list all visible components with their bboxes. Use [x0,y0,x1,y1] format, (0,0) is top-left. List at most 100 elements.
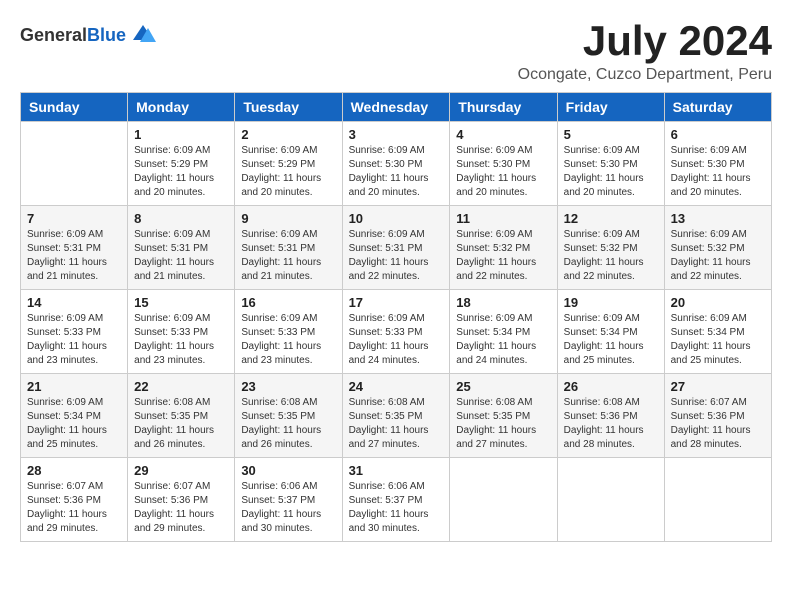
calendar-cell: 2Sunrise: 6:09 AMSunset: 5:29 PMDaylight… [235,122,342,206]
calendar-cell: 19 Sunrise: 6:09 AMSunset: 5:34 PMDayligh… [557,290,664,374]
calendar-cell: 16 Sunrise: 6:09 AMSunset: 5:33 PMDayligh… [235,290,342,374]
logo-general: General [20,25,87,45]
month-year-title: July 2024 [518,20,772,62]
calendar-cell [21,122,128,206]
cell-info: Sunrise: 6:09 AMSunset: 5:32 PMDaylight:… [671,228,765,284]
calendar-cell: 14 Sunrise: 6:09 AMSunset: 5:33 PMDayligh… [21,290,128,374]
cell-info: Sunrise: 6:08 AMSunset: 5:35 PMDaylight:… [134,396,228,452]
day-number: 6 [671,127,765,142]
column-header-friday: Friday [557,93,664,122]
column-header-monday: Monday [128,93,235,122]
day-number: 22 [134,379,228,394]
day-number: 15 [134,295,228,310]
cell-info: Sunrise: 6:09 AMSunset: 5:34 PMDaylight:… [456,312,550,368]
cell-info: Sunrise: 6:09 AMSunset: 5:33 PMDaylight:… [27,312,121,368]
day-number: 26 [564,379,658,394]
calendar-cell: 3Sunrise: 6:09 AMSunset: 5:30 PMDaylight… [342,122,450,206]
calendar-table: SundayMondayTuesdayWednesdayThursdayFrid… [20,92,772,542]
cell-info: Sunrise: 6:09 AMSunset: 5:29 PMDaylight:… [241,144,335,200]
calendar-cell: 24 Sunrise: 6:08 AMSunset: 5:35 PMDayligh… [342,374,450,458]
calendar-cell: 18 Sunrise: 6:09 AMSunset: 5:34 PMDayligh… [450,290,557,374]
day-number: 19 [564,295,658,310]
day-number: 16 [241,295,335,310]
cell-info: Sunrise: 6:07 AMSunset: 5:36 PMDaylight:… [671,396,765,452]
cell-info: Sunrise: 6:09 AMSunset: 5:34 PMDaylight:… [27,396,121,452]
column-header-wednesday: Wednesday [342,93,450,122]
calendar-cell [450,458,557,542]
day-number: 30 [241,463,335,478]
cell-info: Sunrise: 6:06 AMSunset: 5:37 PMDaylight:… [349,480,444,536]
cell-info: Sunrise: 6:08 AMSunset: 5:35 PMDaylight:… [349,396,444,452]
cell-info: Sunrise: 6:09 AMSunset: 5:33 PMDaylight:… [241,312,335,368]
cell-info: Sunrise: 6:09 AMSunset: 5:30 PMDaylight:… [564,144,658,200]
day-number: 20 [671,295,765,310]
day-number: 21 [27,379,121,394]
calendar-cell: 8Sunrise: 6:09 AMSunset: 5:31 PMDaylight… [128,206,235,290]
calendar-cell: 13 Sunrise: 6:09 AMSunset: 5:32 PMDayligh… [664,206,771,290]
cell-info: Sunrise: 6:09 AMSunset: 5:32 PMDaylight:… [564,228,658,284]
calendar-cell: 23Sunrise: 6:08 AMSunset: 5:35 PMDayligh… [235,374,342,458]
cell-info: Sunrise: 6:09 AMSunset: 5:30 PMDaylight:… [671,144,765,200]
cell-info: Sunrise: 6:08 AMSunset: 5:35 PMDaylight:… [241,396,335,452]
day-number: 7 [27,211,121,226]
day-number: 27 [671,379,765,394]
column-header-tuesday: Tuesday [235,93,342,122]
day-number: 31 [349,463,444,478]
location-subtitle: Ocongate, Cuzco Department, Peru [518,66,772,84]
logo: GeneralBlue [20,20,158,50]
day-number: 3 [349,127,444,142]
calendar-cell [557,458,664,542]
column-header-sunday: Sunday [21,93,128,122]
calendar-cell: 12 Sunrise: 6:09 AMSunset: 5:32 PMDayligh… [557,206,664,290]
day-number: 29 [134,463,228,478]
calendar-cell: 1Sunrise: 6:09 AMSunset: 5:29 PMDaylight… [128,122,235,206]
calendar-cell: 28 Sunrise: 6:07 AMSunset: 5:36 PMDayligh… [21,458,128,542]
page-header: GeneralBlue July 2024 Ocongate, Cuzco De… [20,20,772,84]
day-number: 28 [27,463,121,478]
calendar-cell: 21 Sunrise: 6:09 AMSunset: 5:34 PMDayligh… [21,374,128,458]
cell-info: Sunrise: 6:06 AMSunset: 5:37 PMDaylight:… [241,480,335,536]
day-number: 24 [349,379,444,394]
day-number: 12 [564,211,658,226]
title-area: July 2024 Ocongate, Cuzco Department, Pe… [518,20,772,84]
cell-info: Sunrise: 6:07 AMSunset: 5:36 PMDaylight:… [134,480,228,536]
cell-info: Sunrise: 6:09 AMSunset: 5:30 PMDaylight:… [456,144,550,200]
cell-info: Sunrise: 6:08 AMSunset: 5:35 PMDaylight:… [456,396,550,452]
calendar-week-1: 1Sunrise: 6:09 AMSunset: 5:29 PMDaylight… [21,122,772,206]
calendar-week-5: 28 Sunrise: 6:07 AMSunset: 5:36 PMDayligh… [21,458,772,542]
cell-info: Sunrise: 6:09 AMSunset: 5:31 PMDaylight:… [134,228,228,284]
calendar-cell: 7Sunrise: 6:09 AMSunset: 5:31 PMDaylight… [21,206,128,290]
cell-info: Sunrise: 6:09 AMSunset: 5:33 PMDaylight:… [349,312,444,368]
calendar-cell: 22 Sunrise: 6:08 AMSunset: 5:35 PMDayligh… [128,374,235,458]
day-number: 17 [349,295,444,310]
calendar-header-row: SundayMondayTuesdayWednesdayThursdayFrid… [21,93,772,122]
column-header-thursday: Thursday [450,93,557,122]
cell-info: Sunrise: 6:09 AMSunset: 5:29 PMDaylight:… [134,144,228,200]
day-number: 13 [671,211,765,226]
day-number: 5 [564,127,658,142]
day-number: 9 [241,211,335,226]
calendar-cell: 27 Sunrise: 6:07 AMSunset: 5:36 PMDayligh… [664,374,771,458]
cell-info: Sunrise: 6:09 AMSunset: 5:34 PMDaylight:… [671,312,765,368]
calendar-cell: 25 Sunrise: 6:08 AMSunset: 5:35 PMDayligh… [450,374,557,458]
calendar-cell: 29 Sunrise: 6:07 AMSunset: 5:36 PMDayligh… [128,458,235,542]
cell-info: Sunrise: 6:07 AMSunset: 5:36 PMDaylight:… [27,480,121,536]
calendar-cell: 9Sunrise: 6:09 AMSunset: 5:31 PMDaylight… [235,206,342,290]
day-number: 25 [456,379,550,394]
cell-info: Sunrise: 6:09 AMSunset: 5:34 PMDaylight:… [564,312,658,368]
calendar-week-3: 14 Sunrise: 6:09 AMSunset: 5:33 PMDayligh… [21,290,772,374]
calendar-cell: 4Sunrise: 6:09 AMSunset: 5:30 PMDaylight… [450,122,557,206]
day-number: 14 [27,295,121,310]
calendar-cell: 17 Sunrise: 6:09 AMSunset: 5:33 PMDayligh… [342,290,450,374]
logo-icon [128,20,158,50]
logo-blue: Blue [87,25,126,45]
calendar-cell: 11Sunrise: 6:09 AMSunset: 5:32 PMDayligh… [450,206,557,290]
calendar-cell: 31 Sunrise: 6:06 AMSunset: 5:37 PMDayligh… [342,458,450,542]
calendar-week-4: 21 Sunrise: 6:09 AMSunset: 5:34 PMDayligh… [21,374,772,458]
calendar-cell: 15Sunrise: 6:09 AMSunset: 5:33 PMDayligh… [128,290,235,374]
calendar-cell: 30 Sunrise: 6:06 AMSunset: 5:37 PMDayligh… [235,458,342,542]
calendar-cell: 20 Sunrise: 6:09 AMSunset: 5:34 PMDayligh… [664,290,771,374]
calendar-cell: 6 Sunrise: 6:09 AMSunset: 5:30 PMDaylight… [664,122,771,206]
calendar-cell: 5 Sunrise: 6:09 AMSunset: 5:30 PMDaylight… [557,122,664,206]
day-number: 18 [456,295,550,310]
